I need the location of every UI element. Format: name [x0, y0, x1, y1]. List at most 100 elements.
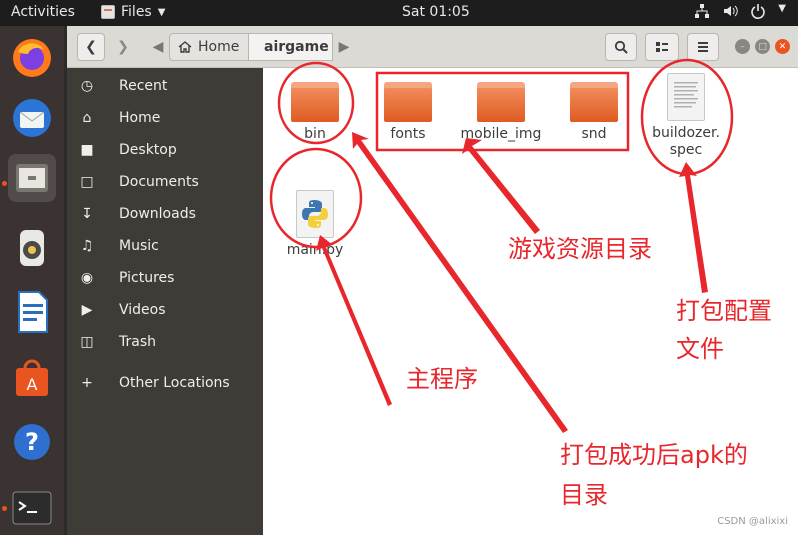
- sidebar-item-trash[interactable]: ◫ Trash: [67, 326, 263, 358]
- header-bar: ❮ ❯ ◀ Home airgame ▶ – □ ✕: [67, 26, 798, 68]
- folder-icon: [291, 82, 339, 122]
- sidebar: ◷ Recent ⌂ Home ■ Desktop □ Documents ↧ …: [67, 68, 263, 535]
- running-indicator: [2, 181, 7, 186]
- plus-icon: +: [81, 375, 93, 391]
- sidebar-item-pictures[interactable]: ◉ Pictures: [67, 262, 263, 294]
- svg-text:?: ?: [25, 428, 39, 456]
- app-menu-label: Files: [121, 4, 152, 20]
- app-menu[interactable]: Files ▼: [101, 4, 165, 20]
- breadcrumb-current[interactable]: airgame: [249, 33, 333, 61]
- trash-icon: ◫: [80, 334, 94, 350]
- libreoffice-writer-icon[interactable]: [8, 288, 56, 336]
- sidebar-item-downloads[interactable]: ↧ Downloads: [67, 198, 263, 230]
- watermark: CSDN @alixixi: [717, 516, 788, 527]
- sidebar-item-home[interactable]: ⌂ Home: [67, 102, 263, 134]
- sidebar-item-label: Other Locations: [119, 375, 230, 391]
- power-icon[interactable]: [750, 3, 766, 19]
- firefox-icon[interactable]: [8, 34, 56, 82]
- home-icon: ⌂: [82, 110, 92, 126]
- file-name: buildozer. spec: [652, 125, 720, 158]
- files-app-icon: [101, 5, 115, 19]
- thunderbird-icon[interactable]: [8, 94, 56, 142]
- annotation-packaging-config-line2: 文件: [676, 335, 724, 363]
- view-toggle-button[interactable]: [645, 33, 679, 61]
- sidebar-item-other-locations[interactable]: + Other Locations: [67, 367, 263, 399]
- file-name: mobile_img: [460, 126, 542, 142]
- annotation-main-program: 主程序: [406, 365, 478, 393]
- breadcrumb-home[interactable]: Home: [169, 33, 249, 61]
- camera-icon: ◉: [80, 270, 94, 286]
- file-name: bin: [304, 126, 326, 142]
- annotation-packaging-config-line1: 打包配置: [676, 297, 772, 325]
- minimize-button[interactable]: –: [735, 39, 750, 54]
- annotation-game-resources: 游戏资源目录: [508, 235, 652, 263]
- sidebar-item-label: Documents: [119, 174, 199, 190]
- files-app-icon[interactable]: [8, 154, 56, 202]
- folder-icon: [477, 82, 525, 122]
- file-item-snd[interactable]: snd: [544, 82, 644, 143]
- activities-button[interactable]: Activities: [11, 4, 75, 20]
- chevron-left-icon: ❮: [85, 39, 97, 55]
- download-icon: ↧: [81, 206, 93, 222]
- sidebar-item-recent[interactable]: ◷ Recent: [67, 70, 263, 102]
- file-name: fonts: [390, 126, 426, 142]
- breadcrumb-scroll-right[interactable]: ▶: [335, 33, 353, 61]
- sidebar-item-label: Music: [119, 238, 159, 254]
- python-file-icon: [296, 190, 334, 238]
- minimize-icon: –: [740, 41, 745, 52]
- breadcrumb-scroll-left[interactable]: ◀: [149, 33, 167, 61]
- sidebar-item-label: Home: [119, 110, 161, 126]
- search-button[interactable]: [605, 33, 637, 61]
- search-icon: [614, 40, 628, 54]
- running-indicator: [2, 506, 7, 511]
- sidebar-item-documents[interactable]: □ Documents: [67, 166, 263, 198]
- sidebar-item-music[interactable]: ♫ Music: [67, 230, 263, 262]
- file-name: snd: [581, 126, 607, 142]
- terminal-icon[interactable]: [8, 484, 56, 532]
- sidebar-item-label: Desktop: [119, 142, 177, 158]
- clock-icon: ◷: [80, 78, 94, 94]
- menu-button[interactable]: [687, 33, 719, 61]
- help-icon[interactable]: ?: [8, 418, 56, 466]
- folder-icon: [570, 82, 618, 122]
- volume-icon[interactable]: [722, 3, 739, 19]
- svg-text:A: A: [27, 375, 38, 394]
- back-button[interactable]: ❮: [77, 33, 105, 61]
- document-icon: □: [80, 174, 94, 190]
- folder-icon: [384, 82, 432, 122]
- video-icon: ▶: [81, 302, 93, 318]
- close-icon: ✕: [778, 41, 787, 52]
- dock: A ?: [0, 26, 64, 535]
- file-item-main-py[interactable]: main.py: [265, 190, 365, 259]
- maximize-icon: □: [758, 41, 767, 52]
- rhythmbox-icon[interactable]: [8, 224, 56, 272]
- sidebar-item-label: Downloads: [119, 206, 196, 222]
- network-icon[interactable]: [694, 3, 710, 19]
- sidebar-item-label: Pictures: [119, 270, 175, 286]
- hamburger-menu-icon: [698, 42, 708, 52]
- sidebar-item-videos[interactable]: ▶ Videos: [67, 294, 263, 326]
- file-item-bin[interactable]: bin: [265, 82, 365, 143]
- chevron-down-icon[interactable]: ▼: [778, 3, 786, 19]
- close-button[interactable]: ✕: [775, 39, 790, 54]
- breadcrumb-label: Home: [198, 39, 240, 55]
- music-icon: ♫: [80, 238, 94, 254]
- text-file-icon: [667, 73, 705, 121]
- desktop-folder-icon: ■: [80, 142, 94, 158]
- clock[interactable]: Sat 01:05: [402, 4, 470, 20]
- file-item-buildozer-spec[interactable]: buildozer. spec: [636, 73, 736, 159]
- file-item-fonts[interactable]: fonts: [358, 82, 458, 143]
- sidebar-item-label: Videos: [119, 302, 166, 318]
- home-icon: [178, 41, 192, 53]
- chevron-down-icon: ▼: [157, 6, 166, 18]
- annotation-apk-dir-line1: 打包成功后apk的: [560, 441, 748, 469]
- software-center-icon[interactable]: A: [8, 354, 56, 402]
- system-tray[interactable]: ▼: [694, 3, 786, 19]
- maximize-button[interactable]: □: [755, 39, 770, 54]
- sidebar-item-desktop[interactable]: ■ Desktop: [67, 134, 263, 166]
- forward-button[interactable]: ❯: [109, 33, 137, 61]
- file-item-mobile-img[interactable]: mobile_img: [451, 82, 551, 143]
- list-view-icon: [656, 42, 668, 52]
- sidebar-item-label: Trash: [119, 334, 156, 350]
- top-bar: Activities Files ▼ Sat 01:05 ▼: [0, 0, 798, 26]
